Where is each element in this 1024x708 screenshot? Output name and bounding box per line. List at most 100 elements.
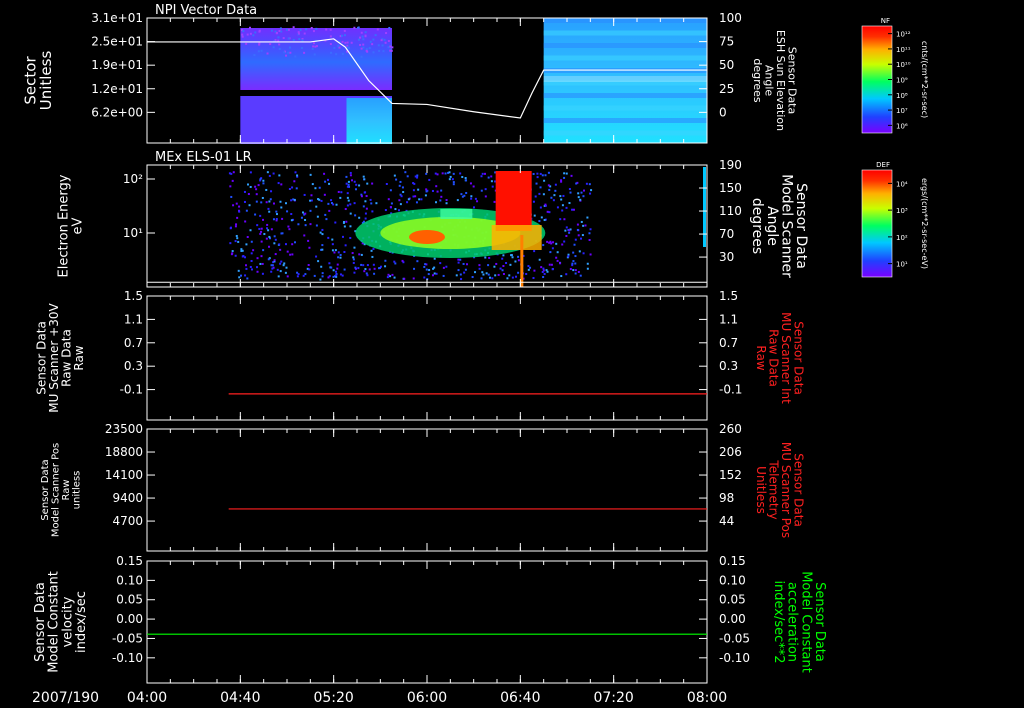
els-pixel [353,180,356,183]
right-y-tick-label: 110 [719,204,742,218]
els-pixel [293,241,296,244]
els-pixel [484,172,487,175]
npi-colorbar [861,25,893,134]
npi-pixel [258,30,261,33]
els-pixel [275,213,278,216]
npi-pixel [343,29,346,32]
right-y-tick-label: 190 [719,158,742,172]
els-pixel [363,270,366,273]
els-pixel [254,213,257,216]
y-axis-label: Sensor DataMU Scanner +30VRaw DataRaw [34,303,86,413]
y-tick-label: 14100 [105,468,143,482]
els-pixel [420,198,423,201]
npi-pixel [278,47,281,50]
els-pixel [268,245,271,248]
els-red-burst [495,171,532,231]
els-pixel [561,243,564,246]
els-pixel [533,214,536,217]
els-pixel [574,269,577,272]
els-pixel [542,276,545,279]
els-pixel [255,193,258,196]
y-axis-label-line: Sensor Data [40,459,51,520]
npi-pixel [385,32,388,35]
npi-pixel [325,28,328,31]
els-pixel [349,174,352,177]
els-pixel [586,216,589,219]
els-pixel [533,269,536,272]
plot-window: NPI Vector Data 3.1e+01 2.5e+01 1.9e+01 1.2e… [0,0,1024,708]
els-pixel [505,261,508,264]
right-y-tick-label: 0.7 [719,336,738,350]
els-pixel [417,188,420,191]
els-pixel [260,201,263,204]
els-pixel [294,171,297,174]
els-pixel [548,263,551,266]
els-pixel [273,259,276,262]
right-y-tick-label: 0.3 [719,359,738,373]
els-pixel [510,254,513,257]
els-pixel [427,273,430,276]
els-pixel [327,178,330,181]
right-y-tick-label: 206 [719,445,742,459]
els-pixel [535,182,538,185]
els-pixel [262,182,265,185]
els-pixel [280,232,283,235]
els-pixel [234,225,237,228]
els-pixel [273,235,276,238]
panel-frame [146,428,708,552]
els-pixel [435,272,438,275]
els-pixel [371,182,374,185]
els-colorbar [861,169,893,278]
els-pixel [572,269,575,272]
els-pixel [343,220,346,223]
npi-colorbar-tick-label: 10⁹ [896,77,908,85]
els-pixel [416,260,419,263]
els-pixel [336,263,339,266]
els-pixel [281,217,284,220]
els-pixel [488,256,491,259]
els-pixel [517,255,520,258]
y-axis-label-line: unitless [71,471,82,510]
els-pixel [565,226,568,229]
y-tick-label: 9400 [112,491,143,505]
npi-pixel [372,38,375,41]
els-pixel [574,272,577,275]
npi-pixel [285,54,288,57]
els-pixel [291,253,294,256]
els-pixel [565,206,568,209]
els-pixel [585,182,588,185]
right-y-tick-label: 150 [719,181,742,195]
els-pixel [301,211,304,214]
right-y-tick-label: 0.15 [719,554,746,568]
els-pixel [362,205,365,208]
els-pixel [370,202,373,205]
els-pixel [559,262,562,265]
els-pixel [543,219,546,222]
els-pixel [484,188,487,191]
els-pixel [279,248,282,251]
els-pixel [237,240,240,243]
els-pixel [284,243,287,246]
els-pixel [362,175,365,178]
els-pixel [358,253,361,256]
els-pixel [398,184,401,187]
y-axis-label: Electron EnergyeV [57,174,86,277]
els-pixel [268,200,271,203]
els-pixel [287,225,290,228]
npi-pixel [368,47,371,50]
els-pixel [318,186,321,189]
els-pixel [471,276,474,279]
els-pixel [511,256,514,259]
npi-colorbar-tick-label: 10¹⁰ [896,61,911,69]
npi-pixel [298,38,301,41]
els-pixel [563,218,566,221]
npi-pixel [266,52,269,55]
els-pixel [412,189,415,192]
els-pixel [401,186,404,189]
els-pixel [549,251,552,254]
y-axis-label-line: eV [70,217,85,234]
npi-pixel [377,44,380,47]
right-y-axis-label-line: Raw [754,345,768,370]
y-tick-label: 0.00 [116,612,143,626]
els-pixel [321,244,324,247]
